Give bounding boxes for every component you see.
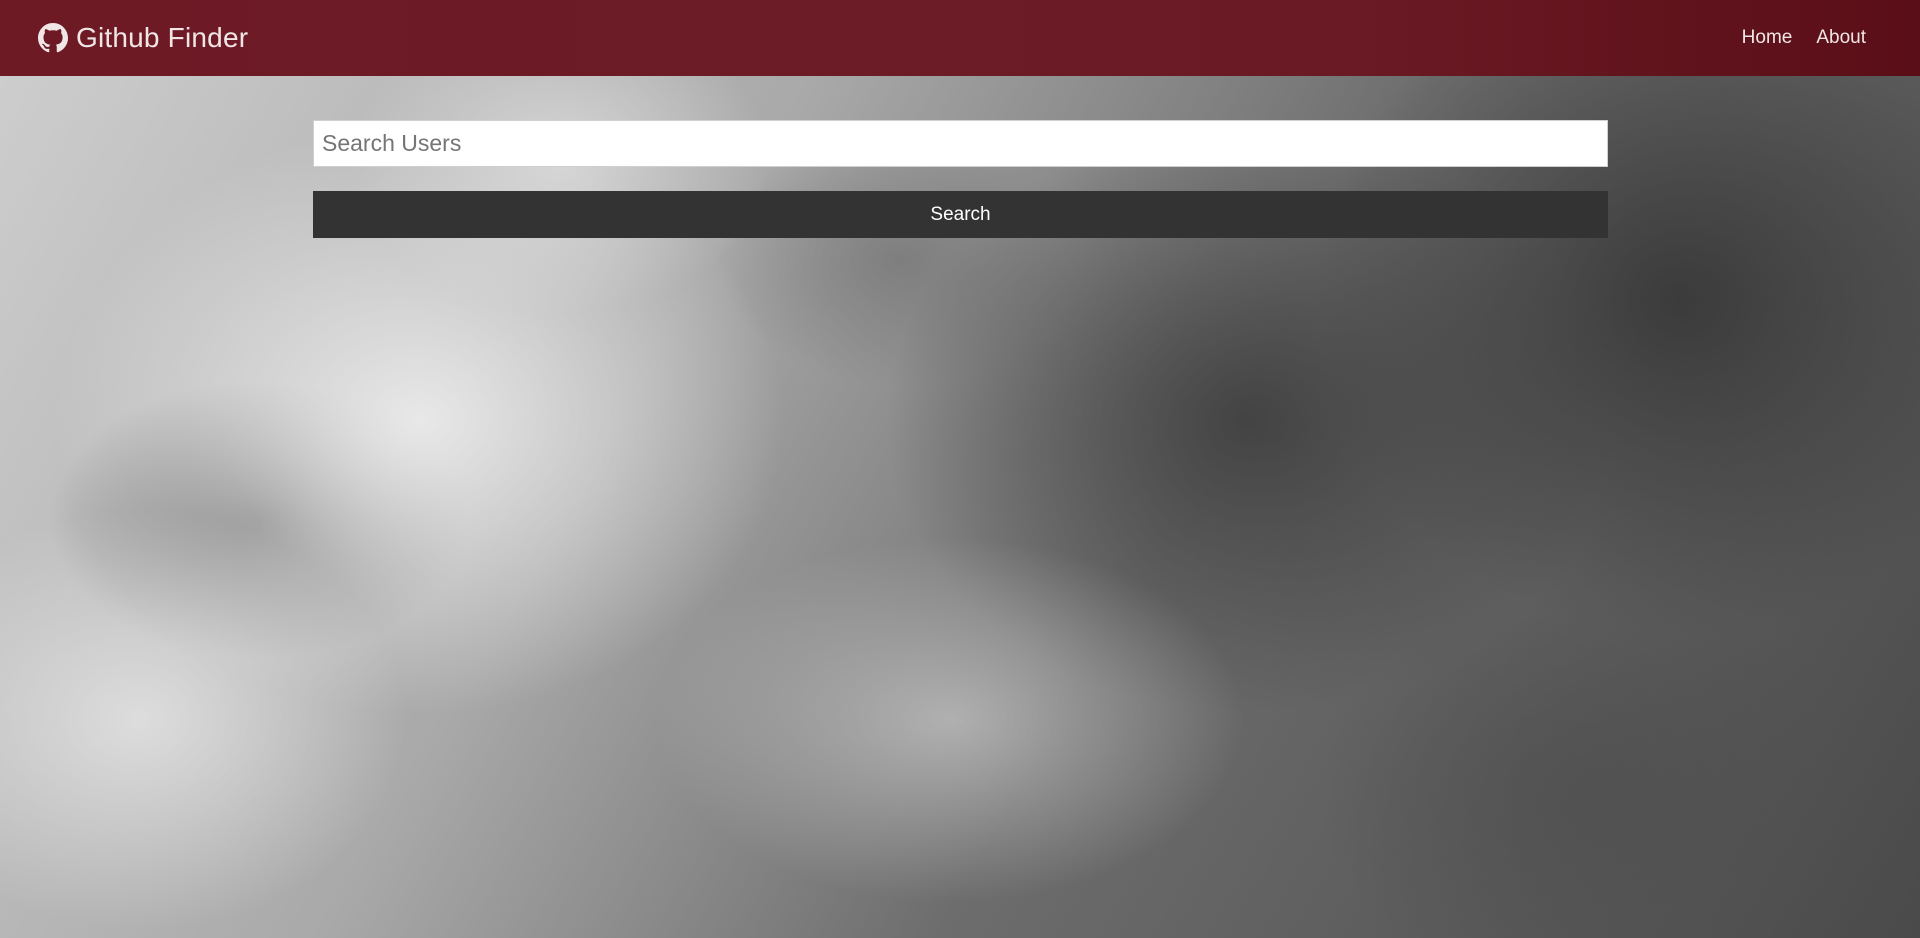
github-icon: [38, 23, 68, 53]
brand[interactable]: Github Finder: [38, 22, 248, 54]
nav-link-home[interactable]: Home: [1742, 27, 1793, 49]
search-input[interactable]: [313, 120, 1608, 167]
app-title: Github Finder: [76, 22, 249, 53]
search-form: Search: [313, 120, 1608, 238]
navbar: Github Finder Home About: [0, 0, 1920, 76]
nav-link-about[interactable]: About: [1816, 27, 1866, 49]
nav-links: Home About: [1742, 27, 1866, 49]
search-button[interactable]: Search: [313, 191, 1608, 238]
